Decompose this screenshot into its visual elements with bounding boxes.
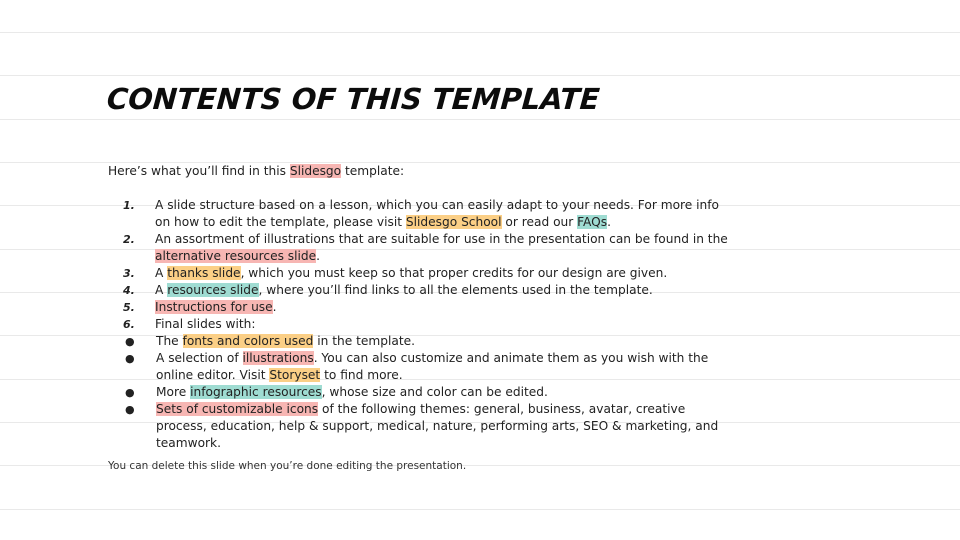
list-item: 3. A thanks slide, which you must keep so… xyxy=(108,265,728,282)
bullet-icon: ● xyxy=(125,403,135,416)
slidesgo-highlight: Slidesgo xyxy=(289,164,342,178)
item-text: in the template. xyxy=(313,334,415,348)
sublist-item: ● More infographic resources, whose size … xyxy=(108,384,728,401)
fonts-colors-link[interactable]: fonts and colors used xyxy=(182,334,314,348)
item-text: . xyxy=(316,249,321,263)
item-number: 1. xyxy=(123,199,135,212)
faqs-link[interactable]: FAQs xyxy=(577,215,608,229)
intro-text-end: template: xyxy=(341,164,405,178)
intro-text: Here’s what you’ll find in this xyxy=(108,164,290,178)
item-number: 2. xyxy=(123,233,135,246)
instructions-link[interactable]: Instructions for use xyxy=(155,300,273,314)
item-number: 4. xyxy=(123,284,135,297)
sublist-item: ● Sets of customizable icons of the follo… xyxy=(108,401,728,452)
list-item: 1. A slide structure based on a lesson, w… xyxy=(108,197,728,231)
slide-body: Here’s what you’ll find in this Slidesgo… xyxy=(108,163,728,452)
final-slides-sublist: ● The fonts and colors used in the templa… xyxy=(108,333,728,452)
item-text: , whose size and color can be edited. xyxy=(321,385,548,399)
infographic-resources-link[interactable]: infographic resources xyxy=(190,385,322,399)
resources-slide-link[interactable]: resources slide xyxy=(167,283,259,297)
list-item: 2. An assortment of illustrations that ar… xyxy=(108,231,728,265)
contents-list: 1. A slide structure based on a lesson, w… xyxy=(108,197,728,452)
item-text: The xyxy=(156,334,183,348)
item-number: 6. xyxy=(123,318,135,331)
icons-sets-link[interactable]: Sets of customizable icons xyxy=(156,402,319,416)
sublist-item: ● A selection of illustrations. You can a… xyxy=(108,350,728,384)
intro-line: Here’s what you’ll find in this Slidesgo… xyxy=(108,163,728,180)
sublist-item: ● The fonts and colors used in the templa… xyxy=(108,333,728,350)
item-text: More xyxy=(156,385,191,399)
item-text: . xyxy=(272,300,277,314)
item-text: A selection of xyxy=(156,351,243,365)
item-text: A xyxy=(155,266,168,280)
item-number: 5. xyxy=(123,301,135,314)
ruled-line xyxy=(0,32,960,33)
item-text: or read our xyxy=(501,215,578,229)
bullet-icon: ● xyxy=(125,386,135,399)
ruled-line xyxy=(0,509,960,510)
item-text: to find more. xyxy=(320,368,403,382)
alternative-resources-link[interactable]: alternative resources slide xyxy=(155,249,317,263)
item-text: Final slides with: xyxy=(155,317,256,331)
list-item: 4. A resources slide, where you’ll find l… xyxy=(108,282,728,299)
list-item: 6. Final slides with: ● The fonts and colo… xyxy=(108,316,728,452)
footer-note: You can delete this slide when you’re do… xyxy=(108,460,467,472)
item-text: , which you must keep so that proper cre… xyxy=(240,266,668,280)
storyset-link[interactable]: Storyset xyxy=(269,368,321,382)
bullet-icon: ● xyxy=(125,335,135,348)
list-item: 5. Instructions for use. xyxy=(108,299,728,316)
slidesgo-school-link[interactable]: Slidesgo School xyxy=(405,215,502,229)
slide-title: CONTENTS OF THIS TEMPLATE xyxy=(105,82,601,116)
item-text: A xyxy=(155,283,168,297)
item-text: An assortment of illustrations that are … xyxy=(155,232,728,246)
illustrations-link[interactable]: illustrations xyxy=(242,351,314,365)
ruled-line xyxy=(0,75,960,76)
item-number: 3. xyxy=(123,267,135,280)
bullet-icon: ● xyxy=(125,352,135,365)
item-text: , where you’ll find links to all the ele… xyxy=(258,283,653,297)
thanks-slide-link[interactable]: thanks slide xyxy=(167,266,241,280)
item-text: . xyxy=(607,215,611,229)
ruled-line xyxy=(0,119,960,120)
